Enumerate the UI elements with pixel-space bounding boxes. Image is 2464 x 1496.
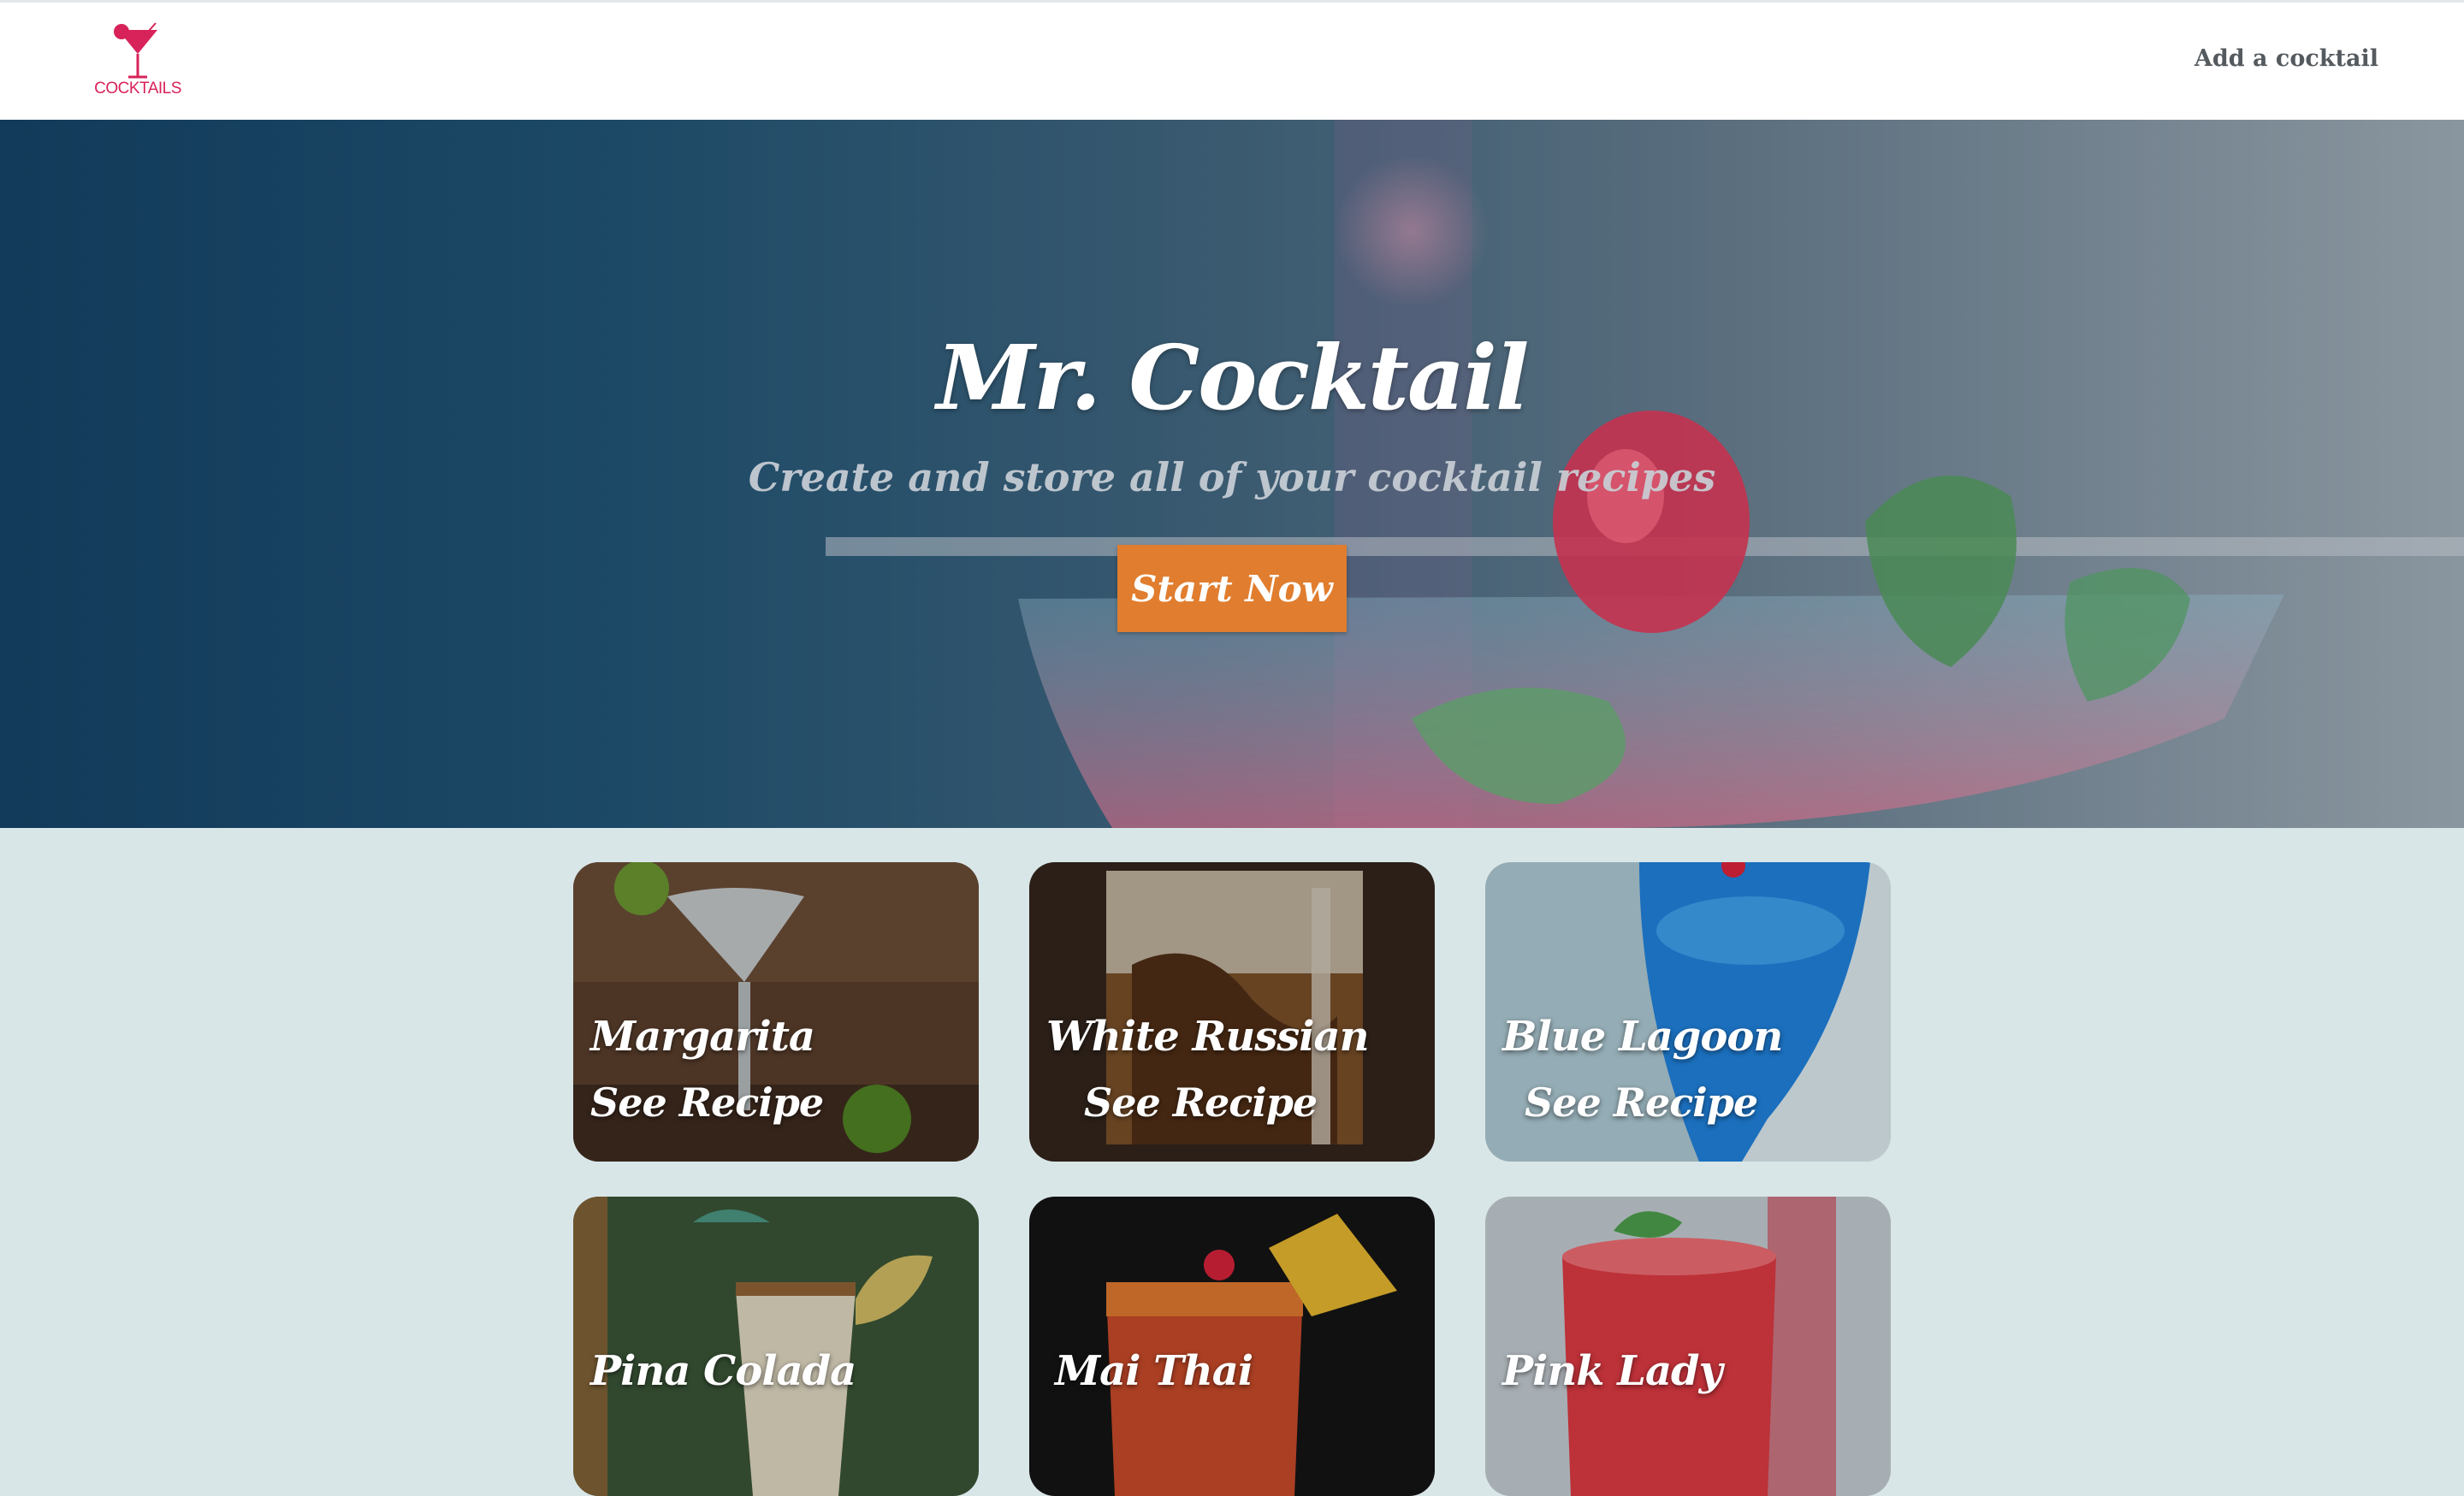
page-title: Mr. Cocktail xyxy=(936,325,1530,430)
navbar: COCKTAILS Add a cocktail xyxy=(0,0,2464,120)
card-title: White Russian xyxy=(1046,1013,1370,1061)
hero-subtitle: Create and store all of your cocktail re… xyxy=(748,454,1716,500)
logo-text: COCKTAILS xyxy=(94,80,181,98)
cocktail-card-blue-lagoon[interactable]: Blue Lagoon See Recipe xyxy=(1485,862,1891,1162)
hero-content: Mr. Cocktail Create and store all of you… xyxy=(0,120,2464,828)
mai-thai-photo xyxy=(1029,1197,1435,1496)
card-title: Pina Colada xyxy=(590,1347,856,1395)
cocktail-card-margarita[interactable]: Margarita See Recipe xyxy=(573,862,979,1162)
see-recipe-link[interactable]: See Recipe xyxy=(590,1079,824,1126)
cocktail-card-mai-thai[interactable]: Mai Thai xyxy=(1029,1197,1435,1496)
see-recipe-link[interactable]: See Recipe xyxy=(1525,1079,1758,1126)
cocktail-card-pink-lady[interactable]: Pink Lady xyxy=(1485,1197,1891,1496)
card-title: Margarita xyxy=(590,1013,815,1061)
cocktail-card-white-russian[interactable]: White Russian See Recipe xyxy=(1029,862,1435,1162)
see-recipe-link[interactable]: See Recipe xyxy=(1084,1079,1318,1126)
cocktail-card-pina-colada[interactable]: Pina Colada xyxy=(573,1197,979,1496)
card-title: Pink Lady xyxy=(1502,1347,1722,1395)
card-title: Mai Thai xyxy=(1055,1347,1253,1395)
card-title: Blue Lagoon xyxy=(1502,1013,1783,1061)
add-cocktail-link[interactable]: Add a cocktail xyxy=(2194,45,2378,72)
start-now-button[interactable]: Start Now xyxy=(1117,545,1347,632)
cocktail-glass-icon xyxy=(114,22,157,79)
hero-banner: Mr. Cocktail Create and store all of you… xyxy=(0,120,2464,828)
pina-colada-photo xyxy=(573,1197,979,1496)
cocktails-logo[interactable]: COCKTAILS xyxy=(91,20,185,105)
pink-lady-photo xyxy=(1485,1197,1891,1496)
